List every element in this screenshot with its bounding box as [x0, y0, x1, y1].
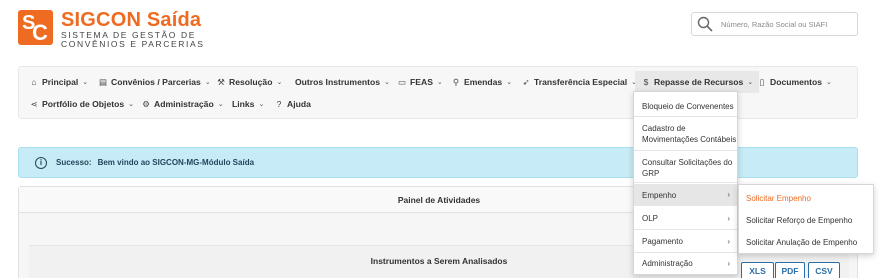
nav-item-label: Repasse de Recursos	[654, 77, 744, 87]
chevron-down-icon: ⌄	[128, 101, 134, 108]
chevron-down-icon: ⌄	[217, 101, 224, 108]
menu-item-label-line: Cadastro de	[642, 124, 686, 133]
chevron-down-icon: ⌄	[436, 79, 443, 86]
repasse-dropdown-menu: Bloqueio de Convenentes Cadastro de Movi…	[633, 91, 738, 275]
menu-item-label: OLP	[642, 214, 659, 223]
app-subtitle-line-2: CONVÊNIOS E PARCERIAS	[61, 39, 205, 49]
nav-item-label: Resolução	[229, 77, 273, 87]
nav-item-label: Transferência Especial	[534, 77, 628, 87]
menu-item-empenho[interactable]: Empenho ›	[634, 184, 737, 206]
nav-item-portfolio-de-objetos[interactable]: ⋖ Portfólio de Objetos ⌄	[29, 94, 134, 114]
menu-item-olp[interactable]: OLP ›	[634, 213, 737, 224]
paper-plane-icon: ➶	[522, 76, 530, 87]
nav-item-label: Outros Instrumentos	[295, 77, 380, 87]
gear-icon: ⚙	[142, 98, 150, 109]
nav-item-label: Portfólio de Objetos	[42, 99, 125, 109]
nav-item-label: FEAS	[410, 77, 433, 87]
nav-item-documentos[interactable]: ▯ Documentos ⌄	[757, 72, 832, 92]
nav-item-feas[interactable]: ▭ FEAS ⌄	[397, 72, 443, 92]
file-icon: ▯	[759, 76, 765, 87]
menu-divider	[634, 116, 737, 117]
question-icon: ?	[276, 99, 282, 109]
search-box[interactable]	[691, 12, 858, 36]
empenho-submenu: Solicitar Empenho Solicitar Reforço de E…	[738, 184, 874, 254]
menu-item-label: Pagamento	[642, 237, 683, 246]
alert-label: Sucesso:	[56, 158, 92, 167]
nav-item-ajuda[interactable]: ? Ajuda	[274, 94, 311, 114]
search-input[interactable]	[721, 16, 853, 33]
menu-item-label: Empenho	[642, 191, 677, 200]
menu-divider	[634, 252, 737, 253]
menu-divider	[634, 229, 737, 230]
chevron-down-icon: ⌄	[747, 79, 754, 86]
menu-item-solicitar-reforco-empenho[interactable]: Solicitar Reforço de Empenho	[746, 216, 852, 225]
menu-item-label-line: GRP	[642, 169, 660, 178]
logo-letter-c: C	[32, 20, 48, 45]
menu-item-pagamento[interactable]: Pagamento ›	[634, 236, 737, 247]
nav-item-transferencia-especial[interactable]: ➶ Transferência Especial ⌄	[521, 72, 637, 92]
menu-item-bloqueio-de-convenentes[interactable]: Bloqueio de Convenentes	[634, 101, 737, 112]
menu-item-consultar-solicitacoes-grp[interactable]: Consultar Solicitações do GRP	[634, 157, 737, 179]
app-subtitle: SISTEMA DE GESTÃO DE CONVÊNIOS E PARCERI…	[61, 31, 205, 49]
nav-item-label: Principal	[42, 77, 79, 87]
share-icon: ⋖	[30, 98, 38, 109]
chevron-right-icon: ›	[727, 237, 730, 246]
chevron-right-icon: ›	[727, 214, 730, 223]
nav-item-links[interactable]: Links ⌄	[232, 94, 264, 114]
nav-item-label: Documentos	[770, 77, 823, 87]
nav-item-administracao[interactable]: ⚙ Administração ⌄	[141, 94, 224, 114]
sigcon-logo[interactable]: S C	[18, 10, 53, 45]
user-icon: ⚲	[452, 76, 460, 87]
nav-item-label: Ajuda	[287, 99, 311, 109]
chevron-down-icon: ⌄	[506, 79, 513, 86]
nav-item-outros-instrumentos[interactable]: Outros Instrumentos ⌄	[295, 72, 390, 92]
export-csv-button[interactable]: CSV	[808, 262, 840, 278]
nav-item-resolucao[interactable]: ⚒ Resolução ⌄	[216, 72, 282, 92]
menu-item-administracao[interactable]: Administração ›	[634, 258, 737, 269]
nav-item-label: Links	[232, 99, 255, 109]
info-icon: i	[35, 157, 47, 169]
home-icon: ⌂	[31, 77, 37, 87]
nav-item-label: Emendas	[464, 77, 503, 87]
menu-item-solicitar-anulacao-empenho[interactable]: Solicitar Anulação de Empenho	[746, 238, 857, 247]
nav-item-label: Convênios / Parcerias	[111, 77, 201, 87]
gavel-icon: ⚒	[217, 76, 225, 87]
alert-text: Sucesso: Bem vindo ao SIGCON-MG-Módulo Sa…	[56, 158, 254, 167]
nav-item-repasse-de-recursos[interactable]: $ Repasse de Recursos ⌄	[635, 71, 760, 93]
chevron-down-icon: ⌄	[204, 79, 211, 86]
alert-message: Bem vindo ao SIGCON-MG-Módulo Saída	[97, 158, 255, 167]
dollar-icon: $	[643, 77, 649, 87]
menu-divider	[634, 182, 737, 183]
chevron-down-icon: ⌄	[276, 79, 283, 86]
chevron-right-icon: ›	[727, 190, 730, 199]
chevron-down-icon: ⌄	[258, 101, 265, 108]
menu-item-label: Administração	[642, 259, 693, 268]
search-icon[interactable]	[697, 16, 713, 32]
menu-item-label-line: Consultar Solicitações do	[642, 158, 733, 167]
nav-item-label: Administração	[154, 99, 214, 109]
menu-divider	[634, 150, 737, 151]
app-title: SIGCON Saída	[61, 9, 202, 31]
menu-item-label-line: Movimentações Contábeis	[642, 135, 737, 144]
menu-item-solicitar-empenho[interactable]: Solicitar Empenho	[746, 194, 811, 203]
nav-item-emendas[interactable]: ⚲ Emendas ⌄	[451, 72, 512, 92]
menu-item-cadastro-movimentacoes[interactable]: Cadastro de Movimentações Contábeis	[634, 123, 737, 145]
export-xls-button[interactable]: XLS	[741, 262, 774, 278]
chevron-down-icon: ⌄	[826, 79, 832, 86]
chevron-right-icon: ›	[727, 259, 730, 268]
nav-item-principal[interactable]: ⌂ Principal ⌄	[29, 72, 88, 92]
folder-icon: ▭	[397, 76, 407, 87]
menu-item-label: Bloqueio de Convenentes	[642, 102, 734, 111]
export-pdf-button[interactable]: PDF	[775, 262, 805, 278]
chevron-down-icon: ⌄	[82, 79, 89, 86]
nav-item-convenios[interactable]: ▤ Convênios / Parcerias ⌄	[98, 72, 211, 92]
chevron-down-icon: ⌄	[384, 79, 390, 86]
document-list-icon: ▤	[98, 76, 108, 87]
